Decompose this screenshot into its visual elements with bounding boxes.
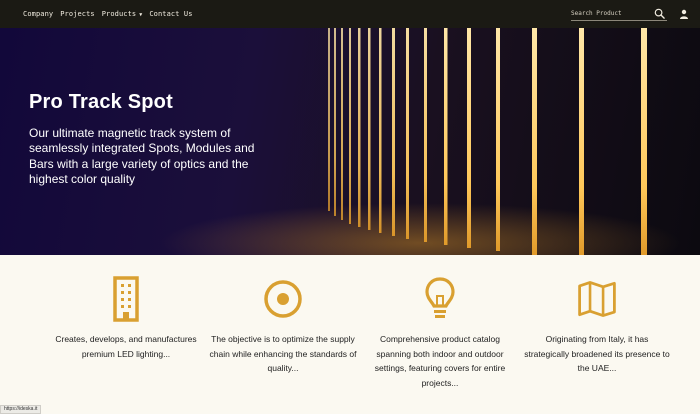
- feature-text-presence: Originating from Italy, it has strategic…: [524, 334, 670, 373]
- building-icon: [113, 276, 139, 322]
- search-icon[interactable]: [654, 8, 665, 19]
- nav-contact-us[interactable]: Contact Us: [149, 10, 192, 18]
- feature-text-manufacturing: Creates, develops, and manufactures prem…: [55, 334, 197, 359]
- hero-description: Our ultimate magnetic track system of se…: [29, 126, 255, 187]
- nav-projects[interactable]: Projects: [60, 10, 95, 18]
- nav-products[interactable]: Products ▼: [102, 10, 143, 18]
- feature-card-manufacturing: Creates, develops, and manufactures prem…: [51, 255, 201, 359]
- feature-card-presence: Originating from Italy, it has strategic…: [522, 255, 672, 373]
- top-navigation-bar: Company Projects Products ▼ Contact Us: [0, 0, 700, 28]
- nav-company[interactable]: Company: [23, 10, 53, 18]
- target-icon: [264, 280, 302, 318]
- hero-title: Pro Track Spot: [29, 91, 173, 113]
- feature-card-catalog: Comprehensive product catalog spanning b…: [365, 255, 515, 388]
- nav-products-label: Products: [101, 10, 137, 18]
- map-icon: [578, 281, 616, 317]
- feature-text-catalog: Comprehensive product catalog spanning b…: [374, 334, 506, 388]
- link-status-bar: https://ideska.it: [0, 405, 42, 414]
- chevron-down-icon: ▼: [139, 12, 143, 18]
- user-icon[interactable]: [679, 9, 689, 19]
- main-nav: Company Projects Products ▼ Contact Us: [23, 0, 193, 28]
- feature-text-supply-chain: The objective is to optimize the supply …: [209, 334, 357, 373]
- lightbulb-icon: [425, 277, 455, 318]
- search-input[interactable]: [571, 9, 651, 18]
- hero-banner: Pro Track Spot Our ultimate magnetic tra…: [0, 28, 700, 255]
- search-box: [571, 7, 667, 21]
- feature-card-supply-chain: The objective is to optimize the supply …: [208, 255, 358, 373]
